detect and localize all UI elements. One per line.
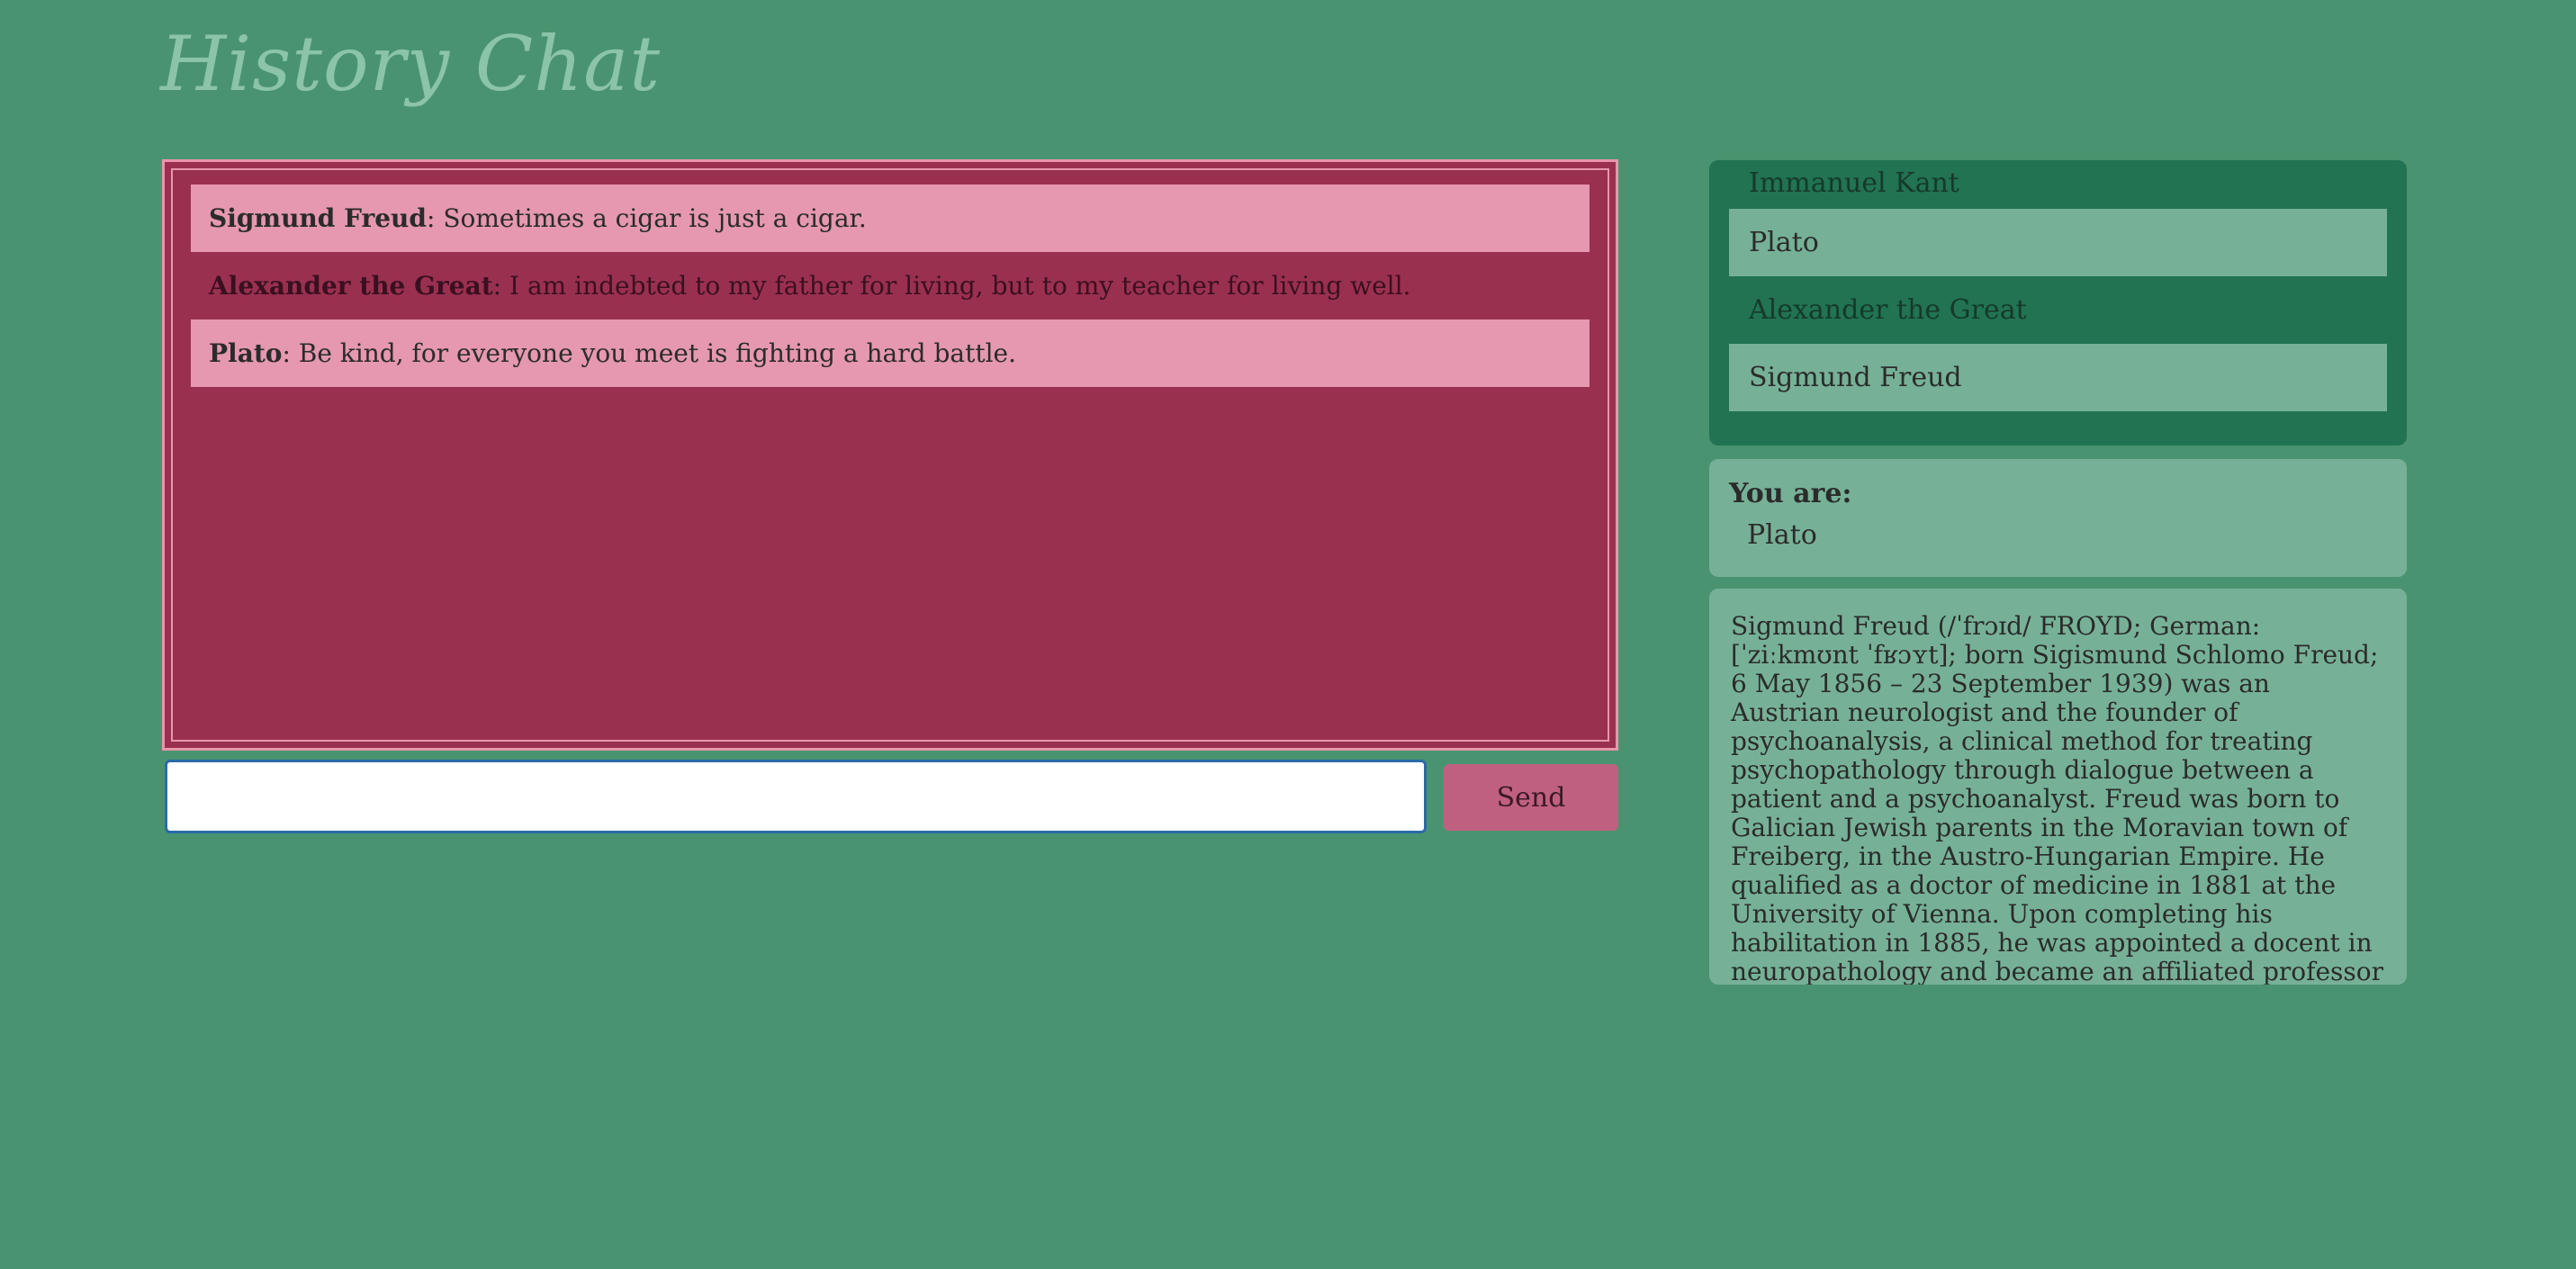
current-user-name: Plato [1747,519,1817,551]
chat-message: Sigmund Freud: Sometimes a cigar is just… [191,184,1590,252]
user-item-immanuel-kant[interactable]: Immanuel Kant [1729,160,2387,207]
chat-log: Sigmund Freud: Sometimes a cigar is just… [165,162,1616,748]
current-user-label: You are: [1729,478,1852,509]
message-sender: Plato [209,338,283,368]
message-input[interactable] [165,760,1427,833]
bio-text: Sigmund Freud (/ˈfrɔɪd/ FROYD; German: [… [1731,611,2384,986]
message-text: : Sometimes a cigar is just a cigar. [427,203,867,233]
message-text: : Be kind, for everyone you meet is figh… [282,338,1016,368]
send-button[interactable]: Send [1444,764,1618,831]
user-item-alexander-the-great[interactable]: Alexander the Great [1729,276,2387,344]
message-text: : I am indebted to my father for living,… [492,271,1411,301]
message-sender: Sigmund Freud [209,203,427,233]
user-list: Immanuel Kant Plato Alexander the Great … [1709,160,2407,446]
current-user-panel: You are: Plato [1709,459,2407,577]
bio-panel[interactable]: Sigmund Freud (/ˈfrɔɪd/ FROYD; German: [… [1709,589,2407,985]
chat-message: Alexander the Great: I am indebted to my… [191,252,1590,320]
user-item-plato[interactable]: Plato [1729,209,2387,276]
app-title: History Chat [160,20,662,108]
message-sender: Alexander the Great [209,271,493,301]
chat-message: Plato: Be kind, for everyone you meet is… [191,320,1590,387]
user-item-sigmund-freud[interactable]: Sigmund Freud [1729,344,2387,411]
